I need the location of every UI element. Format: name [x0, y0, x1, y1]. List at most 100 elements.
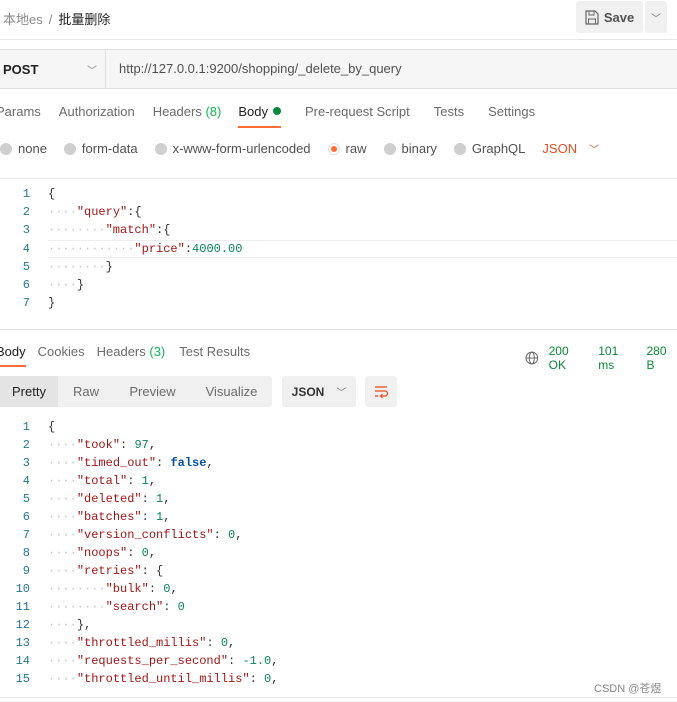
- tab-response-headers[interactable]: Headers (3): [97, 344, 166, 359]
- code-token: "requests_per_second": [76, 654, 229, 668]
- radio-form-data[interactable]: form-data: [63, 141, 138, 156]
- code-line: ····"batches": 1,: [48, 510, 171, 524]
- code-token: {: [48, 420, 56, 434]
- code-token: "noops": [76, 546, 128, 560]
- code-line: ········"bulk": 0,: [48, 582, 178, 596]
- code-token: :{: [127, 205, 142, 220]
- view-raw[interactable]: Raw: [58, 376, 114, 407]
- code-token: ,: [148, 546, 157, 560]
- code-token: ,: [235, 528, 243, 542]
- tab-tests[interactable]: Tests: [434, 104, 464, 119]
- code-line: ········}: [48, 259, 113, 274]
- code-line: ····"requests_per_second": -1.0,: [48, 654, 279, 668]
- code-line: ····"throttled_millis": 0,: [48, 636, 236, 650]
- save-button[interactable]: Save: [576, 1, 643, 33]
- code-token: :: [156, 456, 171, 470]
- body-format-select[interactable]: JSON ﹀: [542, 141, 599, 156]
- code-token: ,: [163, 510, 171, 524]
- code-token: {: [48, 187, 56, 201]
- response-time[interactable]: 101 ms: [598, 344, 636, 372]
- code-token: "search": [105, 600, 164, 614]
- code-token: false: [170, 456, 207, 470]
- response-body-viewer[interactable]: 1 {2 ····"took": 97, 3 ····"timed_out": fals…: [0, 418, 677, 696]
- status-code[interactable]: 200 OK: [549, 344, 589, 372]
- method-select[interactable]: POST ﹀: [0, 50, 106, 88]
- view-preview[interactable]: Preview: [114, 376, 191, 407]
- line-number: 11: [15, 600, 30, 614]
- code-line: ····"noops": 0,: [48, 546, 157, 560]
- response-status: 200 OK 101 ms 280 B: [525, 344, 677, 372]
- code-token: "match": [105, 223, 157, 238]
- response-format-select[interactable]: JSON ﹀: [282, 376, 356, 407]
- line-number: 10: [15, 582, 30, 596]
- code-line: ········"search": 0: [48, 600, 185, 614]
- code-line: {: [48, 187, 55, 201]
- breadcrumb-separator: /: [48, 12, 53, 27]
- line-number: 9: [22, 564, 30, 578]
- code-token: :: [184, 241, 193, 256]
- code-token: ,: [206, 456, 214, 470]
- request-body-editor[interactable]: 1 {2 ····"query":{3 ········"match":{4 ·····…: [0, 178, 677, 328]
- code-token: }: [48, 296, 56, 311]
- view-visualize[interactable]: Visualize: [191, 376, 272, 407]
- code-token: "batches": [76, 510, 142, 524]
- response-size[interactable]: 280 B: [647, 344, 677, 372]
- method-label: POST: [3, 61, 39, 77]
- tab-headers[interactable]: Headers (8): [153, 104, 222, 119]
- request-name[interactable]: 批量删除: [58, 12, 110, 27]
- view-pretty[interactable]: Pretty: [0, 376, 58, 407]
- code-token: "throttled_until_millis": [76, 672, 250, 686]
- line-number: 3: [22, 223, 30, 238]
- line-number: 13: [15, 636, 30, 650]
- body-active-dot-icon: [272, 107, 281, 115]
- breadcrumb: 本地es / 批量删除: [3, 9, 110, 28]
- radio-raw[interactable]: raw: [327, 141, 367, 156]
- code-token: 4000.00: [192, 241, 243, 256]
- save-options-chevron-down-icon[interactable]: ﹀: [645, 1, 667, 33]
- line-number: 5: [22, 492, 30, 506]
- code-token: : {: [141, 564, 164, 578]
- radio-graphql[interactable]: GraphQL: [453, 141, 525, 156]
- tab-response-body[interactable]: Body: [0, 344, 26, 367]
- tab-body[interactable]: Body: [238, 104, 281, 128]
- code-line: ····"throttled_until_millis": 0,: [48, 672, 279, 686]
- code-line: ····"timed_out": false,: [48, 456, 214, 470]
- code-token: :{: [156, 223, 171, 238]
- code-token: ,: [170, 582, 178, 596]
- code-token: -1.0: [242, 654, 272, 668]
- wrap-lines-button[interactable]: [365, 376, 397, 407]
- tab-params[interactable]: Params: [0, 104, 41, 119]
- breadcrumb-workspace[interactable]: 本地es: [3, 12, 43, 27]
- code-token: }: [105, 259, 113, 274]
- watermark: CSDN @苍煜: [594, 683, 662, 695]
- radio-x-www-form-urlencoded[interactable]: x-www-form-urlencoded: [154, 141, 311, 156]
- code-token: }: [76, 278, 85, 292]
- code-token: :: [141, 510, 157, 524]
- code-token: :: [213, 528, 229, 542]
- tab-settings[interactable]: Settings: [488, 104, 535, 119]
- tab-test-results[interactable]: Test Results: [179, 344, 250, 359]
- code-token: ,: [163, 492, 171, 506]
- line-number: 14: [15, 654, 30, 668]
- tab-pre-request-script[interactable]: Pre-request Script: [305, 104, 410, 119]
- code-token: },: [76, 618, 92, 632]
- tab-cookies[interactable]: Cookies: [38, 344, 85, 359]
- line-number: 7: [22, 296, 30, 311]
- code-line: ········"match":{: [48, 223, 171, 238]
- code-token: ,: [148, 438, 157, 452]
- line-number: 12: [15, 618, 30, 632]
- line-number: 6: [22, 510, 30, 524]
- radio-none[interactable]: none: [0, 141, 47, 156]
- code-line: ····"retries": {: [48, 564, 164, 578]
- save-icon: [585, 9, 599, 25]
- line-number: 5: [22, 259, 30, 274]
- globe-icon[interactable]: [525, 351, 539, 365]
- code-token: 1: [141, 474, 149, 488]
- tab-authorization[interactable]: Authorization: [59, 104, 135, 119]
- code-token: "total": [76, 474, 128, 488]
- radio-binary[interactable]: binary: [383, 141, 437, 156]
- chevron-down-icon: ﹀: [336, 388, 347, 399]
- code-token: :: [141, 492, 157, 506]
- code-token: "took": [76, 438, 121, 452]
- url-input[interactable]: http://127.0.0.1:9200/shopping/_delete_b…: [119, 61, 402, 76]
